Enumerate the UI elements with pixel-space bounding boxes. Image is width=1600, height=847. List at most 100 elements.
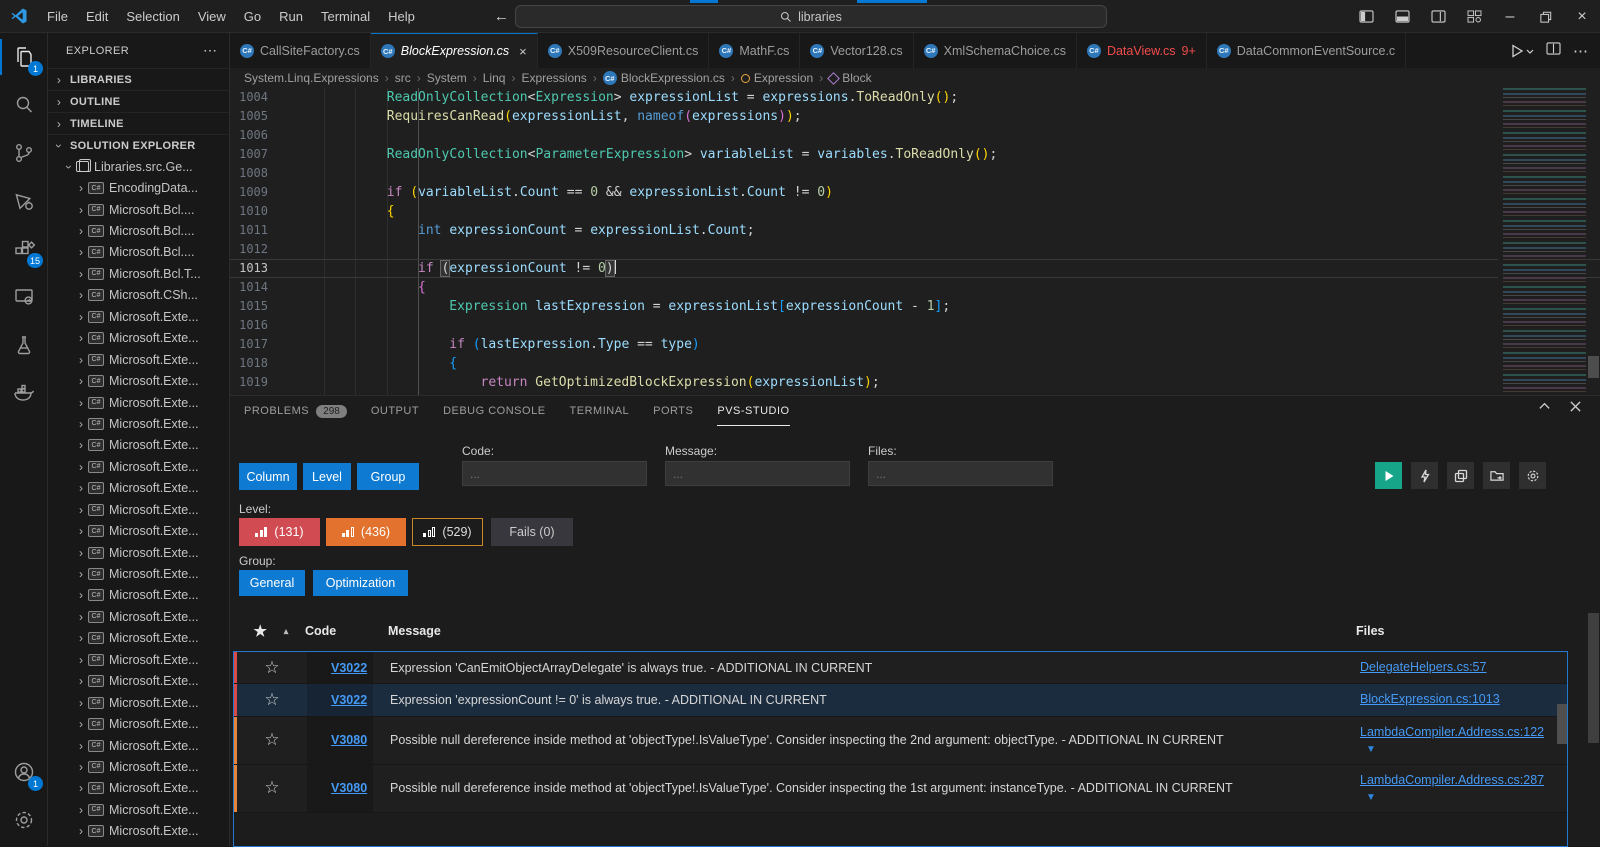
tree-item[interactable]: ›C#Microsoft.Exte... [48, 713, 229, 734]
message-column-header[interactable]: Message [388, 624, 1356, 638]
table-scrollbar-thumb[interactable] [1557, 704, 1567, 744]
breadcrumb-item[interactable]: System.Linq.Expressions [244, 71, 379, 85]
favorite-column-header-icon[interactable]: ★ [233, 622, 267, 640]
line-number[interactable]: 1019 [230, 373, 268, 392]
menu-terminal[interactable]: Terminal [312, 9, 379, 24]
line-number[interactable]: 1008 [230, 164, 268, 183]
panel-tab-debug-console[interactable]: DEBUG CONSOLE [443, 396, 545, 426]
tree-item[interactable]: ›C#Microsoft.Exte... [48, 370, 229, 391]
code-line-1012[interactable]: 1012 [230, 240, 1600, 259]
group-button[interactable]: Group [357, 463, 419, 490]
diagnostic-code-link[interactable]: V3022 [331, 661, 367, 675]
favorite-star-icon[interactable]: ☆ [264, 658, 279, 678]
code-line-1018[interactable]: 1018{ [230, 354, 1600, 373]
code-line-1005[interactable]: 1005RequiresCanRead(expressionList, name… [230, 107, 1600, 126]
menu-view[interactable]: View [189, 9, 235, 24]
tree-item[interactable]: ›C#Microsoft.Exte... [48, 456, 229, 477]
tree-item[interactable]: ›C#EncodingData... [48, 177, 229, 198]
line-number[interactable]: 1014 [230, 278, 268, 297]
code-line-1011[interactable]: 1011int expressionCount = expressionList… [230, 221, 1600, 240]
tree-item[interactable]: ›C#Microsoft.Exte... [48, 478, 229, 499]
tree-item[interactable]: ›C#Microsoft.Exte... [48, 392, 229, 413]
diagnostic-code-link[interactable]: V3022 [331, 693, 367, 707]
file-location-link[interactable]: DelegateHelpers.cs:57 [1360, 658, 1486, 677]
source-control-icon[interactable] [0, 129, 48, 177]
lightbulb-icon[interactable] [274, 262, 286, 274]
level-low-button[interactable]: (529) [412, 518, 483, 546]
favorite-star-icon[interactable]: ☆ [264, 730, 279, 750]
line-number[interactable]: 1017 [230, 335, 268, 354]
column-button[interactable]: Column [239, 463, 297, 490]
tab-MathF.cs[interactable]: C#MathF.cs [709, 33, 800, 68]
tab-BlockExpression.cs[interactable]: C#BlockExpression.cs× [371, 33, 538, 68]
tree-item[interactable]: ›C#Microsoft.Exte... [48, 413, 229, 434]
tree-item[interactable]: ›C#Microsoft.Exte... [48, 585, 229, 606]
tab-CallSiteFactory.cs[interactable]: C#CallSiteFactory.cs [230, 33, 371, 68]
breadcrumb-item[interactable]: Expression [741, 71, 813, 85]
section-libraries[interactable]: ›LIBRARIES [48, 68, 229, 90]
close-button[interactable]: × [1564, 0, 1600, 33]
menu-go[interactable]: Go [235, 9, 270, 24]
line-number[interactable]: 1018 [230, 354, 268, 373]
tree-item[interactable]: ›C#Microsoft.Exte... [48, 520, 229, 541]
explorer-icon[interactable]: 1 [0, 33, 48, 81]
toggle-panel-icon[interactable] [1384, 0, 1420, 33]
code-line-1016[interactable]: 1016 [230, 316, 1600, 335]
tree-item[interactable]: ›C#Microsoft.Exte... [48, 563, 229, 584]
line-number[interactable]: 1005 [230, 107, 268, 126]
menu-edit[interactable]: Edit [77, 9, 117, 24]
line-number[interactable]: 1012 [230, 240, 268, 259]
testing-icon[interactable] [0, 321, 48, 369]
sort-ascending-icon[interactable]: ▴ [267, 626, 305, 637]
menu-run[interactable]: Run [270, 9, 312, 24]
customize-layout-icon[interactable] [1456, 0, 1492, 33]
breadcrumb-item[interactable]: Expressions [521, 71, 586, 85]
tree-item[interactable]: ›C#Microsoft.Exte... [48, 435, 229, 456]
level-button[interactable]: Level [303, 463, 351, 490]
tree-item[interactable]: ›C#Microsoft.Exte... [48, 328, 229, 349]
tree-item[interactable]: ›C#Microsoft.Exte... [48, 671, 229, 692]
code-line-1009[interactable]: 1009if (variableList.Count == 0 && expre… [230, 183, 1600, 202]
editor-scrollbar[interactable] [1587, 88, 1600, 395]
panel-tab-terminal[interactable]: TERMINAL [570, 396, 630, 426]
code-filter-input[interactable] [462, 461, 647, 486]
code-line-1013[interactable]: 1013if (expressionCount != 0) [230, 259, 1600, 278]
editor-scrollbar-thumb[interactable] [1588, 356, 1599, 378]
menu-help[interactable]: Help [379, 9, 424, 24]
expand-locations-icon[interactable]: ▼ [1366, 790, 1376, 806]
docker-icon[interactable] [0, 369, 48, 417]
account-icon[interactable]: 1 [0, 748, 48, 796]
tree-item[interactable]: ›C#Microsoft.Exte... [48, 606, 229, 627]
code-line-1007[interactable]: 1007ReadOnlyCollection<ParameterExpressi… [230, 145, 1600, 164]
tree-item[interactable]: ›C#Microsoft.Exte... [48, 499, 229, 520]
issue-row[interactable]: ☆V3022Expression 'CanEmitObjectArrayDele… [234, 652, 1567, 684]
toggle-secondary-sidebar-icon[interactable] [1420, 0, 1456, 33]
panel-tab-output[interactable]: OUTPUT [371, 396, 419, 426]
search-sidebar-icon[interactable] [0, 81, 48, 129]
line-number[interactable]: 1004 [230, 88, 268, 107]
tree-item[interactable]: ›C#Microsoft.Bcl.... [48, 220, 229, 241]
message-filter-input[interactable] [665, 461, 850, 486]
code-line-1019[interactable]: 1019return GetOptimizedBlockExpression(e… [230, 373, 1600, 392]
minimize-button[interactable]: – [1492, 0, 1528, 33]
code-line-1006[interactable]: 1006 [230, 126, 1600, 145]
menu-selection[interactable]: Selection [117, 9, 188, 24]
breadcrumb-item[interactable]: Linq [483, 71, 506, 85]
tab-DataCommonEventSource.c[interactable]: C#DataCommonEventSource.c [1207, 33, 1406, 68]
diagnostic-code-link[interactable]: V3080 [331, 781, 367, 795]
run-debug-icon[interactable] [0, 177, 48, 225]
back-arrow-icon[interactable]: ← [494, 8, 509, 25]
tree-item[interactable]: ›C#Microsoft.Exte... [48, 756, 229, 777]
code-line-1010[interactable]: 1010{ [230, 202, 1600, 221]
tree-item[interactable]: ›C#Microsoft.Exte... [48, 628, 229, 649]
tree-item[interactable]: ›C#Microsoft.Exte... [48, 542, 229, 563]
code-line-1008[interactable]: 1008 [230, 164, 1600, 183]
code-editor[interactable]: 1004ReadOnlyCollection<Expression> expre… [230, 88, 1600, 395]
tree-item[interactable]: ›C#Microsoft.CSh... [48, 285, 229, 306]
group-general-button[interactable]: General [239, 570, 305, 596]
open-report-folder-button[interactable] [1483, 462, 1510, 489]
tree-item[interactable]: ›C#Microsoft.Bcl.... [48, 199, 229, 220]
tab-X509ResourceClient.cs[interactable]: C#X509ResourceClient.cs [538, 33, 710, 68]
panel-close-icon[interactable] [1569, 400, 1582, 416]
issue-row[interactable]: ☆V3080Possible null dereference inside m… [234, 765, 1567, 813]
